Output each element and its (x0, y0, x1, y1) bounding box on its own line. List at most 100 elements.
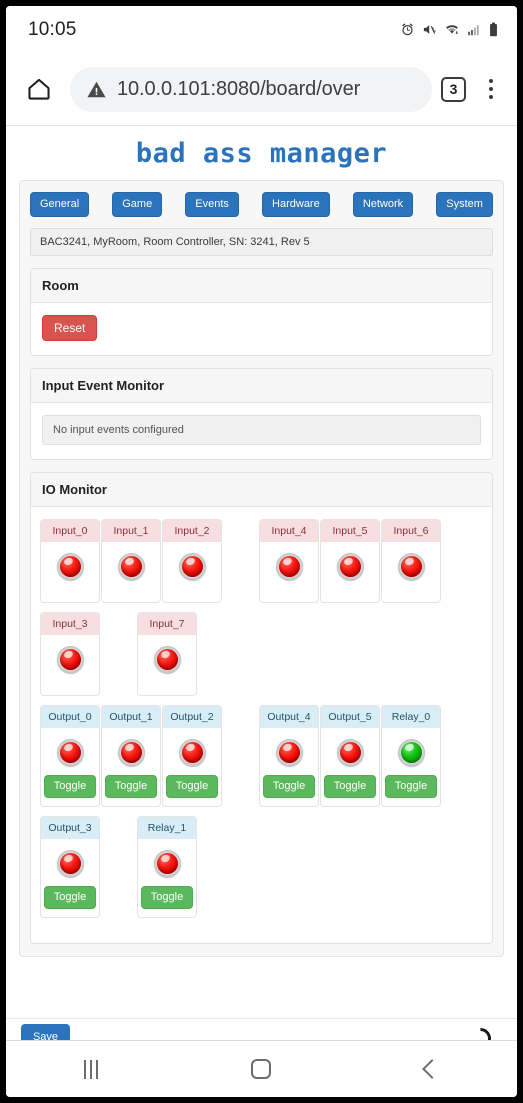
status-led-red (117, 552, 145, 580)
led-gloss (184, 742, 196, 752)
toggle-button[interactable]: Toggle (262, 774, 316, 798)
io-cell-label: Input_4 (260, 520, 318, 542)
led-gloss (123, 556, 135, 566)
tab-network[interactable]: Network (352, 192, 414, 217)
io-row: Output_0 Toggle Output_1 Toggle Output_2 Togg… (40, 705, 483, 807)
cellular-signal-icon (467, 23, 481, 37)
tab-general[interactable]: General (30, 192, 90, 217)
io-group: Output_3 Toggle (40, 816, 101, 918)
reset-button[interactable]: Reset (42, 315, 98, 341)
input-event-monitor-body: No input events configured (31, 403, 492, 459)
status-icon-group (400, 22, 499, 37)
address-bar-url: 10.0.0.101:8080/board/over (117, 77, 361, 100)
io-cell-output_0: Output_0 Toggle (40, 705, 100, 807)
android-navigation-bar (6, 1040, 517, 1097)
main-panel: General Game Events Hardware Network Sys… (19, 180, 504, 957)
not-secure-warning-icon (86, 79, 107, 100)
tab-hardware[interactable]: Hardware (262, 192, 330, 217)
page-title: bad ass manager (135, 138, 388, 169)
io-group: Input_7 (137, 612, 198, 696)
io-cell-output_5: Output_5 Toggle (320, 705, 380, 807)
io-monitor-card: IO Monitor Input_0 Input_1 Input_2 Input_4 I… (30, 472, 493, 944)
led-gloss (342, 742, 354, 752)
home-icon[interactable] (19, 69, 59, 109)
status-clock: 10:05 (28, 18, 77, 40)
status-led-red (56, 645, 84, 673)
io-cell-input_0: Input_0 (40, 519, 100, 603)
tab-system[interactable]: System (436, 192, 493, 217)
io-cell-label: Output_3 (41, 817, 99, 839)
save-button-cutoff[interactable]: Save (21, 1024, 70, 1040)
io-monitor-body: Input_0 Input_1 Input_2 Input_4 Input_5 Input… (31, 507, 492, 943)
led-gloss (62, 649, 74, 659)
status-led-red (397, 552, 425, 580)
io-group: Input_0 Input_1 Input_2 (40, 519, 223, 603)
led-gloss (184, 556, 196, 566)
toggle-button[interactable]: Toggle (140, 885, 194, 909)
status-led-red (153, 849, 181, 877)
toggle-button[interactable]: Toggle (43, 774, 97, 798)
io-cell-label: Output_0 (41, 706, 99, 728)
io-monitor-title: IO Monitor (31, 473, 492, 507)
io-cell-label: Input_0 (41, 520, 99, 542)
io-group: Relay_1 Toggle (137, 816, 198, 918)
room-card-title: Room (31, 269, 492, 303)
io-cell-output_4: Output_4 Toggle (259, 705, 319, 807)
input-event-monitor-card: Input Event Monitor No input events conf… (30, 368, 493, 460)
toggle-button[interactable]: Toggle (384, 774, 438, 798)
status-led-red (117, 738, 145, 766)
status-led-red (178, 738, 206, 766)
io-cell-label: Output_4 (260, 706, 318, 728)
io-cell-relay_0: Relay_0 Toggle (381, 705, 441, 807)
toggle-button[interactable]: Toggle (43, 885, 97, 909)
io-cell-input_2: Input_2 (162, 519, 222, 603)
io-cell-label: Relay_0 (382, 706, 440, 728)
status-led-red (336, 552, 364, 580)
led-gloss (62, 742, 74, 752)
io-cell-input_3: Input_3 (40, 612, 100, 696)
io-group: Input_3 (40, 612, 101, 696)
led-gloss (159, 649, 171, 659)
led-gloss (62, 853, 74, 863)
alarm-icon (400, 22, 415, 37)
io-row: Output_3 Toggle Relay_1 Toggle (40, 816, 483, 918)
home-square-icon[interactable] (226, 1049, 296, 1089)
io-cell-input_6: Input_6 (381, 519, 441, 603)
io-cell-relay_1: Relay_1 Toggle (137, 816, 197, 918)
toggle-button[interactable]: Toggle (104, 774, 158, 798)
led-gloss (123, 742, 135, 752)
led-gloss (342, 556, 354, 566)
address-bar[interactable]: 10.0.0.101:8080/board/over (70, 66, 432, 112)
status-led-red (336, 738, 364, 766)
battery-icon (488, 22, 499, 37)
input-event-monitor-title: Input Event Monitor (31, 369, 492, 403)
led-gloss (159, 853, 171, 863)
led-gloss (62, 556, 74, 566)
status-led-red (275, 552, 303, 580)
io-cell-input_4: Input_4 (259, 519, 319, 603)
tab-count-button[interactable]: 3 (441, 76, 466, 102)
io-row: Input_0 Input_1 Input_2 Input_4 Input_5 Input… (40, 519, 483, 603)
led-gloss (403, 742, 415, 752)
status-led-red (275, 738, 303, 766)
io-cell-output_1: Output_1 Toggle (101, 705, 161, 807)
io-cell-label: Input_2 (163, 520, 221, 542)
tab-events[interactable]: Events (185, 192, 239, 217)
kebab-menu-icon[interactable] (478, 73, 504, 105)
io-group: Input_4 Input_5 Input_6 (259, 519, 442, 603)
io-cell-input_7: Input_7 (137, 612, 197, 696)
io-cell-input_1: Input_1 (101, 519, 161, 603)
recents-icon[interactable] (56, 1049, 126, 1089)
room-card-body: Reset (31, 303, 492, 355)
io-cell-label: Input_6 (382, 520, 440, 542)
status-led-red (153, 645, 181, 673)
web-page-content: bad ass manager General Game Events Hard… (6, 126, 517, 1040)
led-gloss (281, 556, 293, 566)
browser-toolbar: 10.0.0.101:8080/board/over 3 (6, 53, 517, 126)
tab-game[interactable]: Game (112, 192, 163, 217)
toggle-button[interactable]: Toggle (165, 774, 219, 798)
io-cell-label: Input_3 (41, 613, 99, 635)
io-cell-label: Output_5 (321, 706, 379, 728)
toggle-button[interactable]: Toggle (323, 774, 377, 798)
back-chevron-icon[interactable] (397, 1049, 467, 1089)
